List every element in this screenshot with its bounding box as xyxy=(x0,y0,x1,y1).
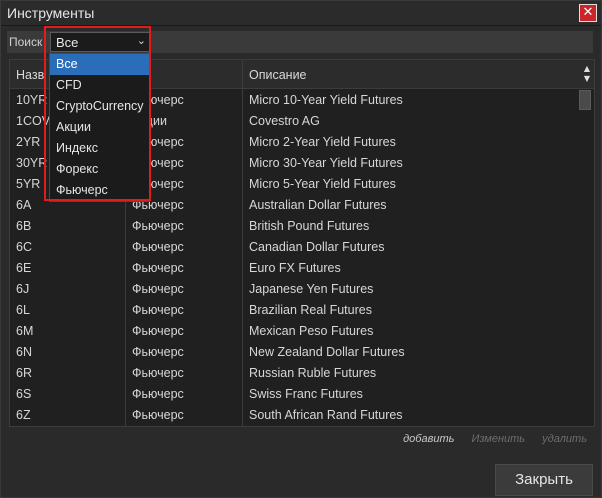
cell-name: 6C xyxy=(16,240,32,254)
cell-name: 6Z xyxy=(16,408,31,422)
cell-type: Фьючерс xyxy=(132,324,184,338)
highlight-frame xyxy=(44,26,151,201)
cell-name: 2YR xyxy=(16,135,41,149)
row-actions: добавить Изменить удалить xyxy=(389,433,587,445)
title-bar: Инструменты ✕ xyxy=(1,1,601,26)
cell-type: Фьючерс xyxy=(132,408,184,422)
cell-type: Фьючерс xyxy=(132,345,184,359)
cell-type: Фьючерс xyxy=(132,261,184,275)
cell-description: Russian Ruble Futures xyxy=(249,366,377,380)
column-header-name[interactable]: Назв xyxy=(16,68,44,82)
cell-name: 6A xyxy=(16,198,32,212)
cell-description: Micro 2-Year Yield Futures xyxy=(249,135,396,149)
cell-description: Australian Dollar Futures xyxy=(249,198,387,212)
cell-description: South African Rand Futures xyxy=(249,408,403,422)
cell-name: 6R xyxy=(16,366,32,380)
cell-type: Фьючерс xyxy=(132,366,184,380)
edit-link[interactable]: Изменить xyxy=(471,433,525,445)
close-button[interactable]: Закрыть xyxy=(495,464,593,496)
cell-name: 6L xyxy=(16,303,30,317)
cell-name: 5YR xyxy=(16,177,41,191)
table-row[interactable]: 6S Фьючерс Swiss Franc Futures xyxy=(10,383,580,404)
cell-name: 6S xyxy=(16,387,32,401)
cell-name: 30YR xyxy=(16,156,48,170)
table-row[interactable]: 6Z Фьючерс South African Rand Futures xyxy=(10,404,580,425)
sort-arrows-icon[interactable]: ▲ ▼ xyxy=(584,64,590,84)
table-row[interactable]: 6J Фьючерс Japanese Yen Futures xyxy=(10,278,580,299)
table-row[interactable]: 6C Фьючерс Canadian Dollar Futures xyxy=(10,236,580,257)
cell-description: Micro 5-Year Yield Futures xyxy=(249,177,396,191)
close-icon[interactable]: ✕ xyxy=(579,4,597,22)
delete-link[interactable]: удалить xyxy=(542,433,587,445)
cell-description: Micro 10-Year Yield Futures xyxy=(249,93,403,107)
cell-name: 6N xyxy=(16,345,32,359)
cell-description: Euro FX Futures xyxy=(249,261,341,275)
table-row[interactable]: 6E Фьючерс Euro FX Futures xyxy=(10,257,580,278)
cell-type: Фьючерс xyxy=(132,387,184,401)
cell-description: British Pound Futures xyxy=(249,219,370,233)
cell-name: 6E xyxy=(16,261,32,275)
cell-description: Canadian Dollar Futures xyxy=(249,240,385,254)
cell-name: 6B xyxy=(16,219,32,233)
window-title: Инструменты xyxy=(7,5,95,21)
cell-name: 6M xyxy=(16,324,34,338)
cell-type: Фьючерс xyxy=(132,303,184,317)
cell-description: Micro 30-Year Yield Futures xyxy=(249,156,403,170)
cell-description: Mexican Peso Futures xyxy=(249,324,374,338)
cell-description: Covestro AG xyxy=(249,114,320,128)
cell-type: Фьючерс xyxy=(132,282,184,296)
add-link[interactable]: добавить xyxy=(403,433,454,445)
table-row[interactable]: 6N Фьючерс New Zealand Dollar Futures xyxy=(10,341,580,362)
table-row[interactable]: 6L Фьючерс Brazilian Real Futures xyxy=(10,299,580,320)
column-header-description[interactable]: Описание xyxy=(249,68,307,82)
table-row[interactable]: 6B Фьючерс British Pound Futures xyxy=(10,215,580,236)
cell-description: Brazilian Real Futures xyxy=(249,303,372,317)
cell-description: Japanese Yen Futures xyxy=(249,282,374,296)
cell-description: New Zealand Dollar Futures xyxy=(249,345,405,359)
cell-name: 10YR xyxy=(16,93,48,107)
table-row[interactable]: 6M Фьючерс Mexican Peso Futures xyxy=(10,320,580,341)
cell-type: Фьючерс xyxy=(132,240,184,254)
scrollbar-thumb[interactable] xyxy=(579,90,591,110)
cell-name: 6J xyxy=(16,282,30,296)
search-label: Поиск xyxy=(9,35,43,49)
cell-type: Фьючерс xyxy=(132,219,184,233)
cell-description: Swiss Franc Futures xyxy=(249,387,363,401)
table-row[interactable]: 6R Фьючерс Russian Ruble Futures xyxy=(10,362,580,383)
